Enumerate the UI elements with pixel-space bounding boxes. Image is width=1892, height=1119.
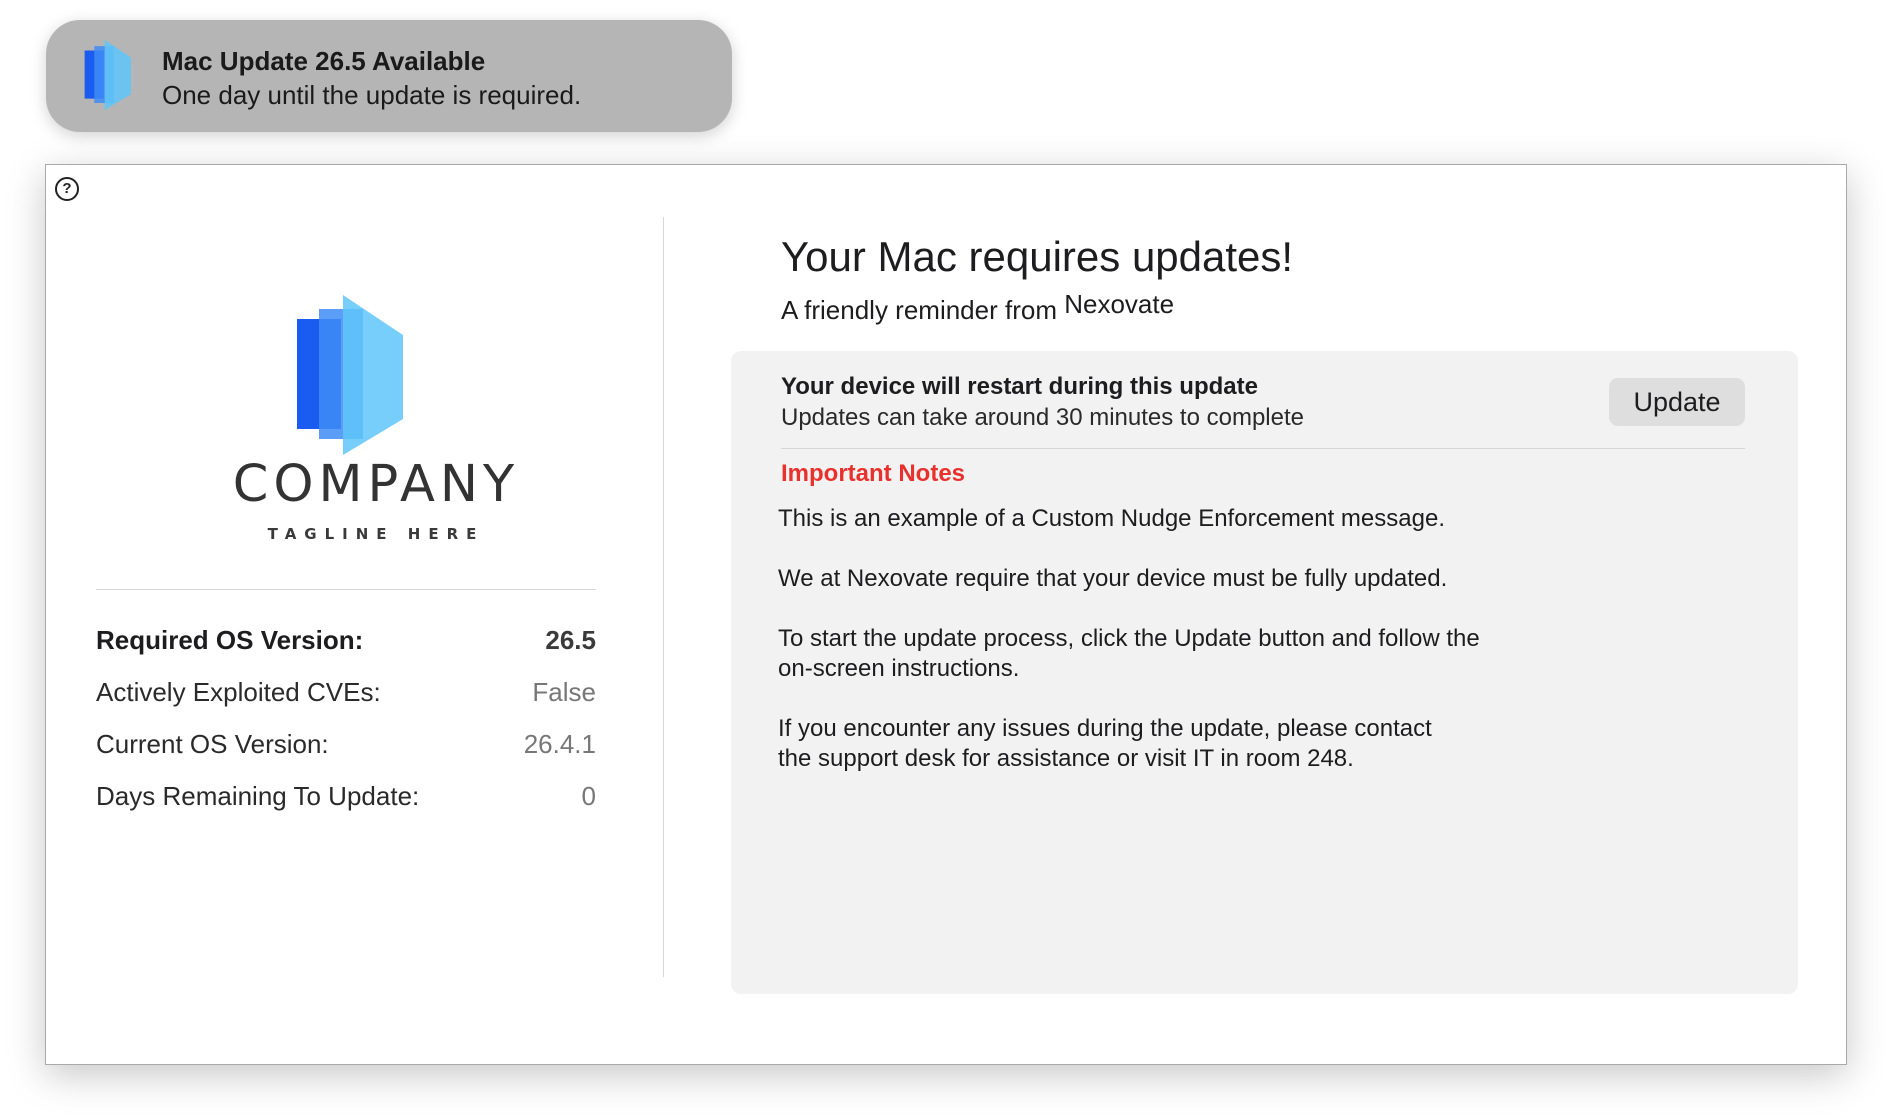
cves-value: False [532, 677, 596, 707]
column-divider [663, 217, 664, 977]
current-os-label: Current OS Version: [96, 729, 329, 759]
days-remaining-value: 0 [581, 781, 596, 811]
cves-label: Actively Exploited CVEs: [96, 677, 381, 707]
subtitle-prefix: A friendly reminder from [781, 295, 1057, 325]
restart-warning-title: Your device will restart during this upd… [781, 373, 1258, 400]
current-os-row: Current OS Version: 26.4.1 [96, 729, 596, 781]
subtitle: A friendly reminder from Nexovate [781, 289, 1174, 326]
notification-body: One day until the update is required. [162, 80, 582, 110]
page-title: Your Mac requires updates! [781, 233, 1294, 280]
organization-name: Nexovate [1064, 289, 1175, 319]
important-notes-body: This is an example of a Custom Nudge Enf… [778, 505, 1480, 772]
cves-row: Actively Exploited CVEs: False [96, 677, 596, 729]
days-remaining-row: Days Remaining To Update: 0 [96, 781, 596, 833]
notification-title: Mac Update 26.5 Available [162, 46, 486, 76]
current-os-value: 26.4.1 [523, 729, 596, 759]
logo-tagline: TAGLINE HERE [267, 525, 485, 543]
os-info-list: Required OS Version: 26.5 Actively Explo… [96, 625, 596, 833]
left-divider [96, 589, 596, 590]
required-os-label: Required OS Version: [96, 625, 364, 655]
company-logo: COMPANY TAGLINE HERE [206, 295, 546, 555]
update-button[interactable]: Update [1609, 378, 1745, 426]
company-logo-icon [84, 40, 131, 110]
days-remaining-label: Days Remaining To Update: [96, 781, 420, 811]
required-os-row: Required OS Version: 26.5 [96, 625, 596, 677]
help-icon[interactable]: ? [55, 177, 79, 201]
restart-warning-subtitle: Updates can take around 30 minutes to co… [781, 404, 1304, 431]
nudge-window: ? COMPANY TAGLINE HERE Required OS Versi… [45, 164, 1847, 1065]
update-info-panel: Your device will restart during this upd… [731, 351, 1798, 994]
important-notes-title: Important Notes [781, 460, 966, 487]
company-logo-mark [297, 295, 403, 455]
logo-company-name: COMPANY [232, 455, 520, 514]
required-os-value: 26.5 [545, 625, 596, 655]
update-notification-banner[interactable]: Mac Update 26.5 Available One day until … [46, 20, 732, 132]
panel-divider [781, 448, 1745, 449]
